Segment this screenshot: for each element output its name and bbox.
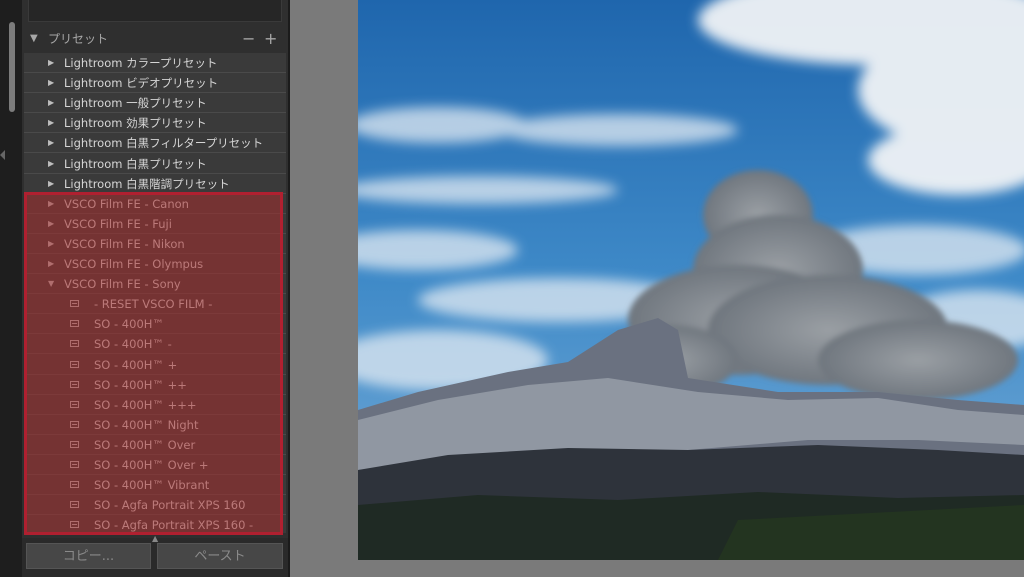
panel-scrollbar[interactable] (9, 22, 15, 112)
presets-title: プリセット (48, 32, 109, 46)
navigator-box (28, 0, 282, 22)
preset-label: Lightroom 白黒プリセット (64, 156, 207, 171)
collapsed-triangle-icon[interactable]: ▶ (48, 174, 54, 194)
collapsed-triangle-icon[interactable]: ▶ (48, 53, 54, 73)
collapsed-triangle-icon[interactable]: ▶ (48, 133, 54, 153)
preset-label: Lightroom 白黒フィルタープリセット (64, 136, 264, 151)
collapsed-triangle-icon[interactable]: ▶ (48, 154, 54, 174)
preset-folder[interactable]: ▶ Lightroom 一般プリセット (24, 93, 286, 114)
preset-folder[interactable]: ▶ Lightroom カラープリセット (24, 53, 286, 73)
remove-preset-button[interactable]: − (242, 28, 255, 50)
preset-label: Lightroom 一般プリセット (64, 96, 207, 111)
collapsed-triangle-icon[interactable]: ▶ (48, 73, 54, 93)
left-edge-strip (0, 0, 22, 577)
collapse-left-panel-icon[interactable] (0, 150, 5, 160)
volcano-landscape-image (358, 0, 1024, 560)
preset-label: Lightroom 効果プリセット (64, 116, 207, 131)
preset-folder[interactable]: ▶ Lightroom 白黒階調プリセット (24, 174, 286, 194)
preset-folder[interactable]: ▶ Lightroom ビデオプリセット (24, 73, 286, 94)
preset-folder[interactable]: ▶ Lightroom 効果プリセット (24, 113, 286, 134)
selection-highlight (24, 192, 283, 535)
collapsed-triangle-icon[interactable]: ▶ (48, 113, 54, 133)
copy-button[interactable]: コピー... (26, 543, 151, 569)
resize-handle-icon[interactable]: ▲ (152, 534, 158, 543)
preset-folder[interactable]: ▶ Lightroom 白黒フィルタープリセット (24, 133, 286, 154)
main-photo (358, 0, 1024, 560)
add-preset-button[interactable]: + (264, 28, 277, 50)
preset-label: Lightroom カラープリセット (64, 56, 218, 70)
left-panel: ▼ プリセット − + ▶ Lightroom カラープリセット ▶ Lightroo… (22, 0, 290, 577)
presets-header[interactable]: ▼ プリセット − + (22, 28, 288, 50)
paste-button[interactable]: ペースト (157, 543, 283, 569)
preset-label: Lightroom ビデオプリセット (64, 76, 219, 91)
collapse-triangle-icon[interactable]: ▼ (30, 28, 38, 50)
collapsed-triangle-icon[interactable]: ▶ (48, 93, 54, 113)
preset-folder[interactable]: ▶ Lightroom 白黒プリセット (24, 154, 286, 174)
preset-label: Lightroom 白黒階調プリセット (64, 176, 230, 191)
copy-paste-bar: ▲ コピー... ペースト (22, 534, 288, 577)
